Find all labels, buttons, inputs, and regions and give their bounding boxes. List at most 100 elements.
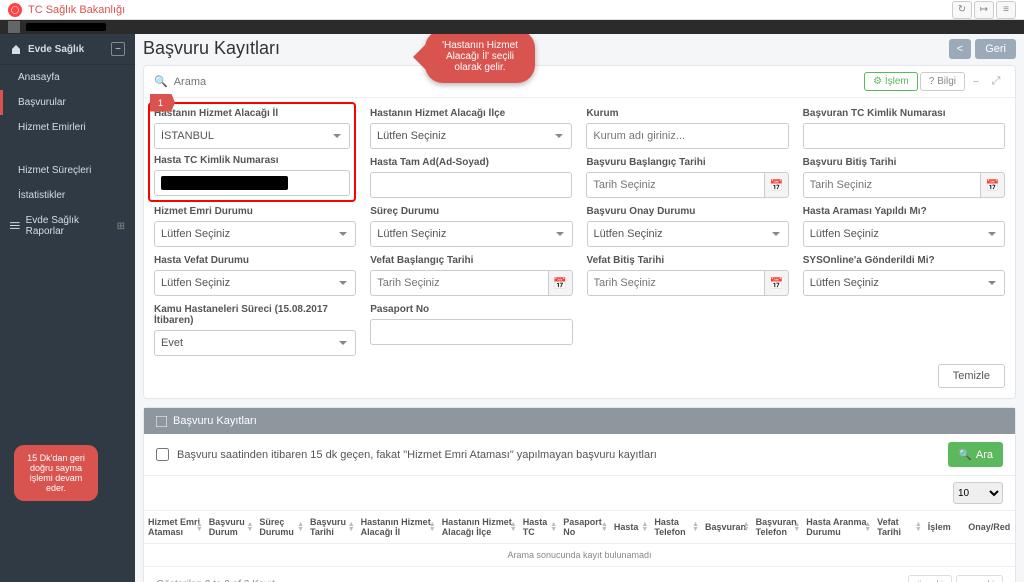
surec-select[interactable]: Lütfen Seçiniz [370,221,572,247]
highlight-il: Hastanın Hizmet Alacağı İl İSTANBUL Hast… [148,102,356,202]
nav-hizmet-emirleri[interactable]: Hizmet Emirleri [0,115,135,140]
grid1-table: Hizmet Emri Ataması▲▼ Başvuru Durum▲▼ Sü… [144,510,1015,567]
col: İşlem [924,511,965,544]
app-title: TC Sağlık Bakanlığı [28,4,952,16]
grid1-footer-text: Gösterilen 0 to 0 of 0 Kayıt [156,579,274,582]
page-title: Başvuru Kayıtları [143,38,949,59]
il-label: Hastanın Hizmet Alacağı İl [154,108,350,119]
kamu-select[interactable]: Evet [154,330,356,356]
edit-icon [156,416,167,427]
grid1-note-checkbox[interactable] [156,448,169,461]
islem-button[interactable]: ⚙ İşlem [864,72,918,91]
onay-label: Başvuru Onay Durumu [587,206,789,217]
sidebar-header: Evde Sağlık − [0,34,135,65]
kurum-input[interactable] [586,123,788,149]
topbar: TC Sağlık Bakanlığı ↻ ↦ ≡ [0,0,1024,20]
arama-select[interactable]: Lütfen Seçiniz [803,221,1005,247]
filter-panel: 🔍 ⚙ İşlem ? Bilgi − ⤢ Hastanın Hizmet Al… [143,65,1016,399]
col: Başvuru Tarihi▲▼ [306,511,357,544]
expand-icon[interactable]: ⤢ [987,73,1005,91]
col: Hastanın Hizmet Alacağı İlçe▲▼ [438,511,519,544]
col: Hasta TC▲▼ [519,511,560,544]
temizle-button[interactable]: Temizle [938,364,1005,388]
search-icon: 🔍 [154,75,168,88]
nav-basvurular[interactable]: Başvurular 1 [0,90,135,115]
emri-label: Hizmet Emri Durumu [154,206,356,217]
prev-button[interactable]: önceki [908,575,952,582]
bas-tarih-label: Başvuru Başlangıç Tarihi [586,157,788,168]
emri-select[interactable]: Lütfen Seçiniz [154,221,356,247]
col: Başvuran Telefon▲▼ [752,511,803,544]
userbar [0,20,1024,34]
grid1-header: Başvuru Kayıtları [144,408,1015,434]
grid1-panel: Başvuru Kayıtları Başvuru saatinden itib… [143,407,1016,582]
col: Hizmet Emri Ataması▲▼ [144,511,205,544]
calendar-icon[interactable]: 📅 [548,270,573,296]
main-content: 'Hastanın Hizmet Alacağı İl' seçili olar… [135,34,1024,582]
ministry-logo-icon [8,3,22,17]
ad-input[interactable] [370,172,572,198]
annotation-callout-left: 15 Dk'dan geri doğru sayma işlemi devam … [14,445,98,501]
ilce-select[interactable]: Lütfen Seçiniz [370,123,572,149]
back-arrow-button[interactable]: < [949,39,971,59]
hastatc-label: Hasta TC Kimlik Numarası [154,155,350,166]
pasaport-input[interactable] [370,319,572,345]
hastatc-input[interactable] [154,170,350,196]
onay-select[interactable]: Lütfen Seçiniz [587,221,789,247]
pasaport-label: Pasaport No [370,304,572,315]
sys-select[interactable]: Lütfen Seçiniz [803,270,1005,296]
menu-button[interactable]: ≡ [996,1,1016,19]
annotation-arrow-1: 1 [150,94,175,112]
calendar-icon[interactable]: 📅 [764,270,789,296]
vefat-bit-label: Vefat Bitiş Tarihi [587,255,789,266]
grid1-empty: Arama sonucunda kayıt bulunamadı [144,544,1015,567]
ad-label: Hasta Tam Ad(Ad-Soyad) [370,157,572,168]
grid1-search-button[interactable]: 🔍 Ara [948,442,1003,467]
vefat-bit-input[interactable] [587,270,765,296]
user-name-redacted [26,23,106,31]
bit-tarih-label: Başvuru Bitiş Tarihi [803,157,1005,168]
nav-istatistikler[interactable]: İstatistikler [0,183,135,208]
kurum-label: Kurum [586,108,788,119]
nav-hizmet-surecleri[interactable]: Hizmet Süreçleri [0,158,135,183]
vefat-bas-input[interactable] [370,270,548,296]
col: Başvuran▲▼ [701,511,752,544]
vefat-bas-label: Vefat Başlangıç Tarihi [370,255,572,266]
col: Vefat Tarihi▲▼ [873,511,924,544]
nav-raporlar[interactable]: Evde Sağlık Raporlar ⊞ [0,208,135,244]
grid1-note: Başvuru saatinden itibaren 15 dk geçen, … [177,449,948,461]
col: Pasaport No▲▼ [559,511,610,544]
basvurantc-input[interactable] [803,123,1005,149]
back-button[interactable]: Geri [975,39,1016,59]
il-select[interactable]: İSTANBUL [154,123,350,149]
vefat-select[interactable]: Lütfen Seçiniz [154,270,356,296]
col: Hasta Aranma Durumu▲▼ [802,511,873,544]
annotation-callout-top: 'Hastanın Hizmet Alacağı İl' seçili olar… [425,34,535,83]
sys-label: SYSOnline'a Gönderildi Mi? [803,255,1005,266]
bas-tarih-input[interactable] [586,172,764,198]
user-avatar-icon [8,21,20,33]
refresh-button[interactable]: ↻ [952,1,972,19]
col: Hasta▲▼ [610,511,651,544]
kamu-label: Kamu Hastaneleri Süreci (15.08.2017 İtib… [154,304,356,326]
calendar-icon[interactable]: 📅 [980,172,1005,198]
col: Hasta Telefon▲▼ [650,511,701,544]
bilgi-button[interactable]: ? Bilgi [920,72,965,91]
col: Başvuru Durum▲▼ [205,511,256,544]
calendar-icon[interactable]: 📅 [764,172,789,198]
vefat-label: Hasta Vefat Durumu [154,255,356,266]
list-icon [10,221,20,231]
ilce-label: Hastanın Hizmet Alacağı İlçe [370,108,572,119]
grid1-pagesize[interactable]: 10 [953,482,1003,504]
logout-button[interactable]: ↦ [974,1,994,19]
home-icon [10,43,22,55]
collapse-icon[interactable]: − [111,42,125,56]
arama-label: Hasta Araması Yapıldı Mı? [803,206,1005,217]
surec-label: Süreç Durumu [370,206,572,217]
col: Süreç Durumu▲▼ [255,511,306,544]
bit-tarih-input[interactable] [803,172,981,198]
basvurantc-label: Başvuran TC Kimlik Numarası [803,108,1005,119]
minimize-icon[interactable]: − [967,73,985,91]
next-button[interactable]: sonraki [956,575,1003,582]
nav-anasayfa[interactable]: Anasayfa [0,65,135,90]
